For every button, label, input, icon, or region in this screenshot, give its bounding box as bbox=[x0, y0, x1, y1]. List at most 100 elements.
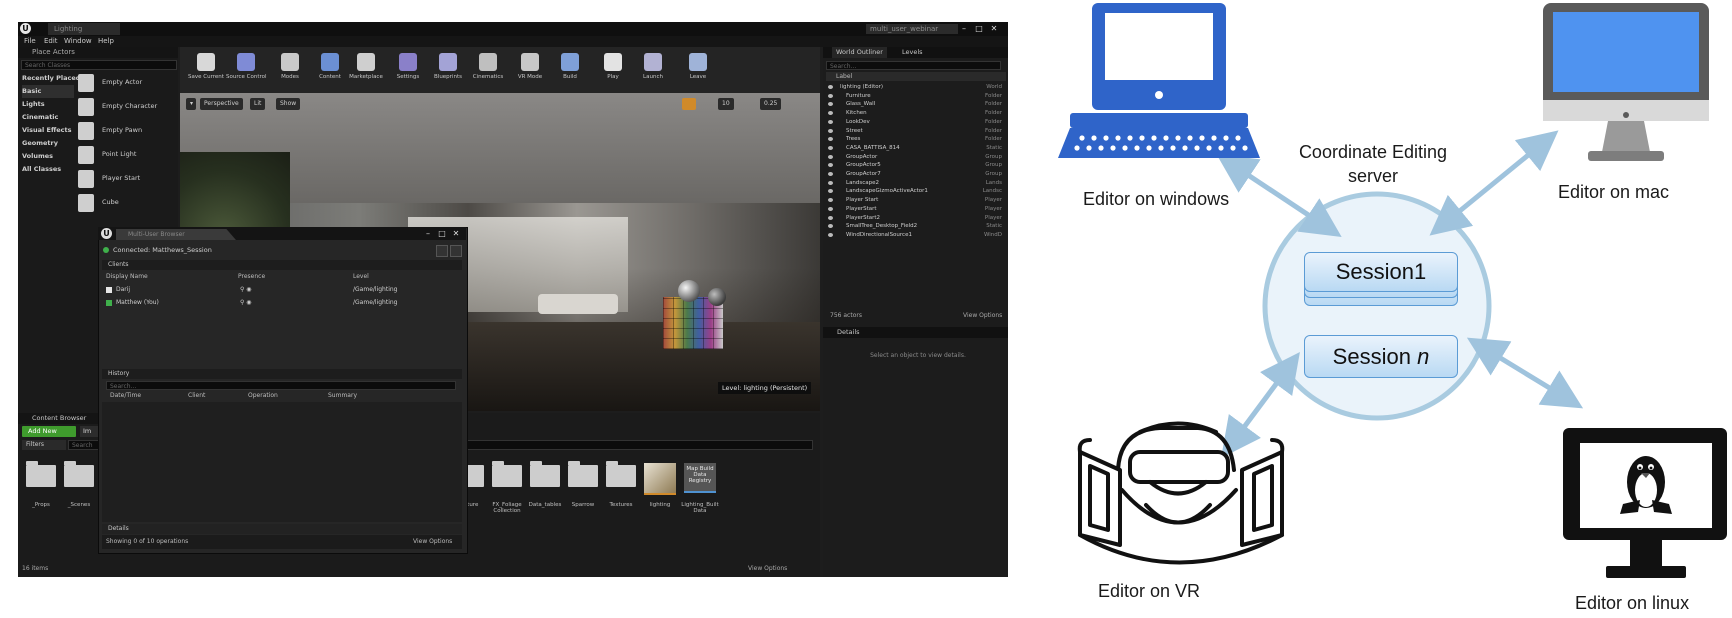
transform-icon[interactable] bbox=[682, 98, 696, 110]
outliner-row[interactable]: Trees Folder bbox=[826, 135, 1006, 144]
level-tab[interactable]: Lighting bbox=[48, 23, 120, 35]
col-client[interactable]: Client bbox=[188, 391, 205, 400]
folder-icon[interactable] bbox=[26, 461, 56, 487]
col-operation[interactable]: Operation bbox=[248, 391, 278, 400]
history-view-options[interactable]: View Options bbox=[413, 538, 452, 545]
menu-window[interactable]: Window bbox=[64, 36, 92, 47]
eye-icon[interactable] bbox=[828, 198, 833, 203]
outliner-row[interactable]: Glass_Wall Folder bbox=[826, 100, 1006, 109]
map-build-data-asset[interactable]: Map Build Data Registry bbox=[684, 463, 716, 493]
actor-player-start[interactable]: Player Start bbox=[78, 168, 178, 190]
toolbar-button-source-control[interactable]: Source Control bbox=[226, 49, 267, 91]
outliner-row[interactable]: Street Folder bbox=[826, 127, 1006, 136]
folder-icon[interactable] bbox=[530, 461, 560, 487]
multi-user-tab[interactable]: Multi-User Browser bbox=[116, 229, 236, 240]
menu-file[interactable]: File bbox=[24, 36, 36, 47]
client-name[interactable]: Darij bbox=[106, 284, 130, 295]
lit-button[interactable]: Lit bbox=[250, 98, 266, 110]
scale-snap-value[interactable]: 0.25 bbox=[760, 98, 782, 110]
tab-details[interactable]: Details bbox=[823, 327, 1008, 338]
menu-help[interactable]: Help bbox=[98, 36, 114, 47]
filters-button[interactable]: Filters bbox=[22, 440, 66, 450]
eye-icon[interactable] bbox=[828, 119, 833, 124]
outliner-row[interactable]: CASA_BATTISA_814 Static bbox=[826, 144, 1006, 153]
outliner-row[interactable]: Player Start Player bbox=[826, 196, 1006, 205]
details-header[interactable]: Details bbox=[102, 524, 462, 534]
outliner-row[interactable]: GroupActor Group bbox=[826, 153, 1006, 162]
outliner-row[interactable]: Furniture Folder bbox=[826, 92, 1006, 101]
eye-icon[interactable] bbox=[828, 111, 833, 116]
outliner-row[interactable]: PlayerStart2 Player bbox=[826, 214, 1006, 223]
actor-cube[interactable]: Cube bbox=[78, 192, 178, 214]
category-cinematic[interactable]: Cinematic bbox=[22, 111, 58, 124]
outliner-row[interactable]: GroupActor5 Group bbox=[826, 161, 1006, 170]
outliner-row[interactable]: LookDev Folder bbox=[826, 118, 1006, 127]
folder-icon[interactable] bbox=[606, 461, 636, 487]
outliner-row[interactable]: GroupActor7 Group bbox=[826, 170, 1006, 179]
eye-icon[interactable] bbox=[828, 145, 833, 150]
folder-icon[interactable] bbox=[568, 461, 598, 487]
eye-icon[interactable] bbox=[828, 102, 833, 107]
folder-icon[interactable] bbox=[492, 461, 522, 487]
eye-icon[interactable] bbox=[828, 172, 833, 176]
outliner-row[interactable]: WindDirectionalSource1 WindD bbox=[826, 231, 1006, 240]
viewport-options-button[interactable]: ▾ bbox=[186, 98, 196, 110]
toolbar-button-modes[interactable]: Modes bbox=[270, 49, 310, 91]
eye-icon[interactable] bbox=[828, 85, 833, 89]
outliner-row[interactable]: Kitchen Folder bbox=[826, 109, 1006, 118]
session-tab[interactable]: multi_user_webinar bbox=[866, 24, 958, 34]
eye-icon[interactable] bbox=[828, 154, 833, 159]
actor-empty-pawn[interactable]: Empty Pawn bbox=[78, 120, 178, 142]
col-datetime[interactable]: Date/Time bbox=[110, 391, 141, 400]
close-icon[interactable]: ✕ bbox=[988, 23, 1000, 34]
eye-icon[interactable] bbox=[828, 180, 833, 185]
toolbar-button-save-current[interactable]: Save Current bbox=[186, 49, 226, 91]
place-actors-search[interactable]: Search Classes bbox=[21, 60, 177, 70]
toolbar-button-build[interactable]: Build bbox=[550, 49, 590, 91]
toolbar-button-cinematics[interactable]: Cinematics bbox=[468, 49, 508, 91]
toolbar-button-vr-mode[interactable]: VR Mode bbox=[510, 49, 550, 91]
history-search[interactable]: Search... bbox=[106, 381, 456, 390]
add-new-button[interactable]: Add New bbox=[22, 426, 76, 437]
pause-icon[interactable] bbox=[436, 245, 448, 257]
actor-empty-actor[interactable]: Empty Actor bbox=[78, 72, 178, 94]
show-button[interactable]: Show bbox=[276, 98, 301, 110]
outliner-search[interactable]: Search... bbox=[826, 61, 1001, 70]
eye-icon[interactable] bbox=[828, 215, 833, 220]
outliner-row[interactable]: lighting (Editor) World bbox=[826, 83, 1006, 92]
col-display-name[interactable]: Display Name bbox=[106, 272, 148, 281]
eye-icon[interactable] bbox=[828, 206, 833, 211]
tab-levels[interactable]: Levels bbox=[898, 47, 927, 58]
clients-header[interactable]: Clients bbox=[102, 260, 462, 270]
toolbar-button-content[interactable]: Content bbox=[310, 49, 350, 91]
close-icon[interactable]: ✕ bbox=[450, 228, 462, 239]
outliner-view-options[interactable]: View Options bbox=[963, 312, 1002, 319]
eye-icon[interactable] bbox=[828, 224, 833, 229]
outliner-row[interactable]: Landscape2 Lands bbox=[826, 179, 1006, 188]
toolbar-button-blueprints[interactable]: Blueprints bbox=[428, 49, 468, 91]
presence-icon[interactable]: ⚲ ◉ bbox=[240, 297, 252, 308]
folder-icon[interactable] bbox=[64, 461, 94, 487]
presence-icon[interactable]: ⚲ ◉ bbox=[240, 284, 252, 295]
actor-point-light[interactable]: Point Light bbox=[78, 144, 178, 166]
category-basic[interactable]: Basic bbox=[22, 85, 74, 98]
minimize-icon[interactable]: – bbox=[422, 228, 434, 239]
category-lights[interactable]: Lights bbox=[22, 98, 45, 111]
minimize-icon[interactable]: – bbox=[958, 23, 970, 34]
place-actors-title[interactable]: Place Actors bbox=[18, 47, 178, 58]
content-view-options[interactable]: View Options bbox=[748, 565, 787, 572]
eye-icon[interactable] bbox=[828, 232, 833, 237]
category-recently-placed[interactable]: Recently Placed bbox=[22, 72, 80, 85]
outliner-row[interactable]: LandscapeGizmoActiveActor1 Landsc bbox=[826, 187, 1006, 196]
outliner-row[interactable]: PlayerStart Player bbox=[826, 205, 1006, 214]
grid-snap-value[interactable]: 10 bbox=[718, 98, 734, 110]
outliner-label-column[interactable]: Label bbox=[826, 72, 1006, 81]
outliner-row[interactable]: SmallTree_Desktop_Field2 Static bbox=[826, 222, 1006, 231]
client-name[interactable]: Matthew (You) bbox=[106, 297, 159, 308]
actor-empty-character[interactable]: Empty Character bbox=[78, 96, 178, 118]
history-header[interactable]: History bbox=[102, 369, 462, 379]
eye-icon[interactable] bbox=[828, 93, 833, 98]
category-visual-effects[interactable]: Visual Effects bbox=[22, 124, 71, 137]
category-volumes[interactable]: Volumes bbox=[22, 150, 53, 163]
tab-world-outliner[interactable]: World Outliner bbox=[832, 47, 887, 58]
